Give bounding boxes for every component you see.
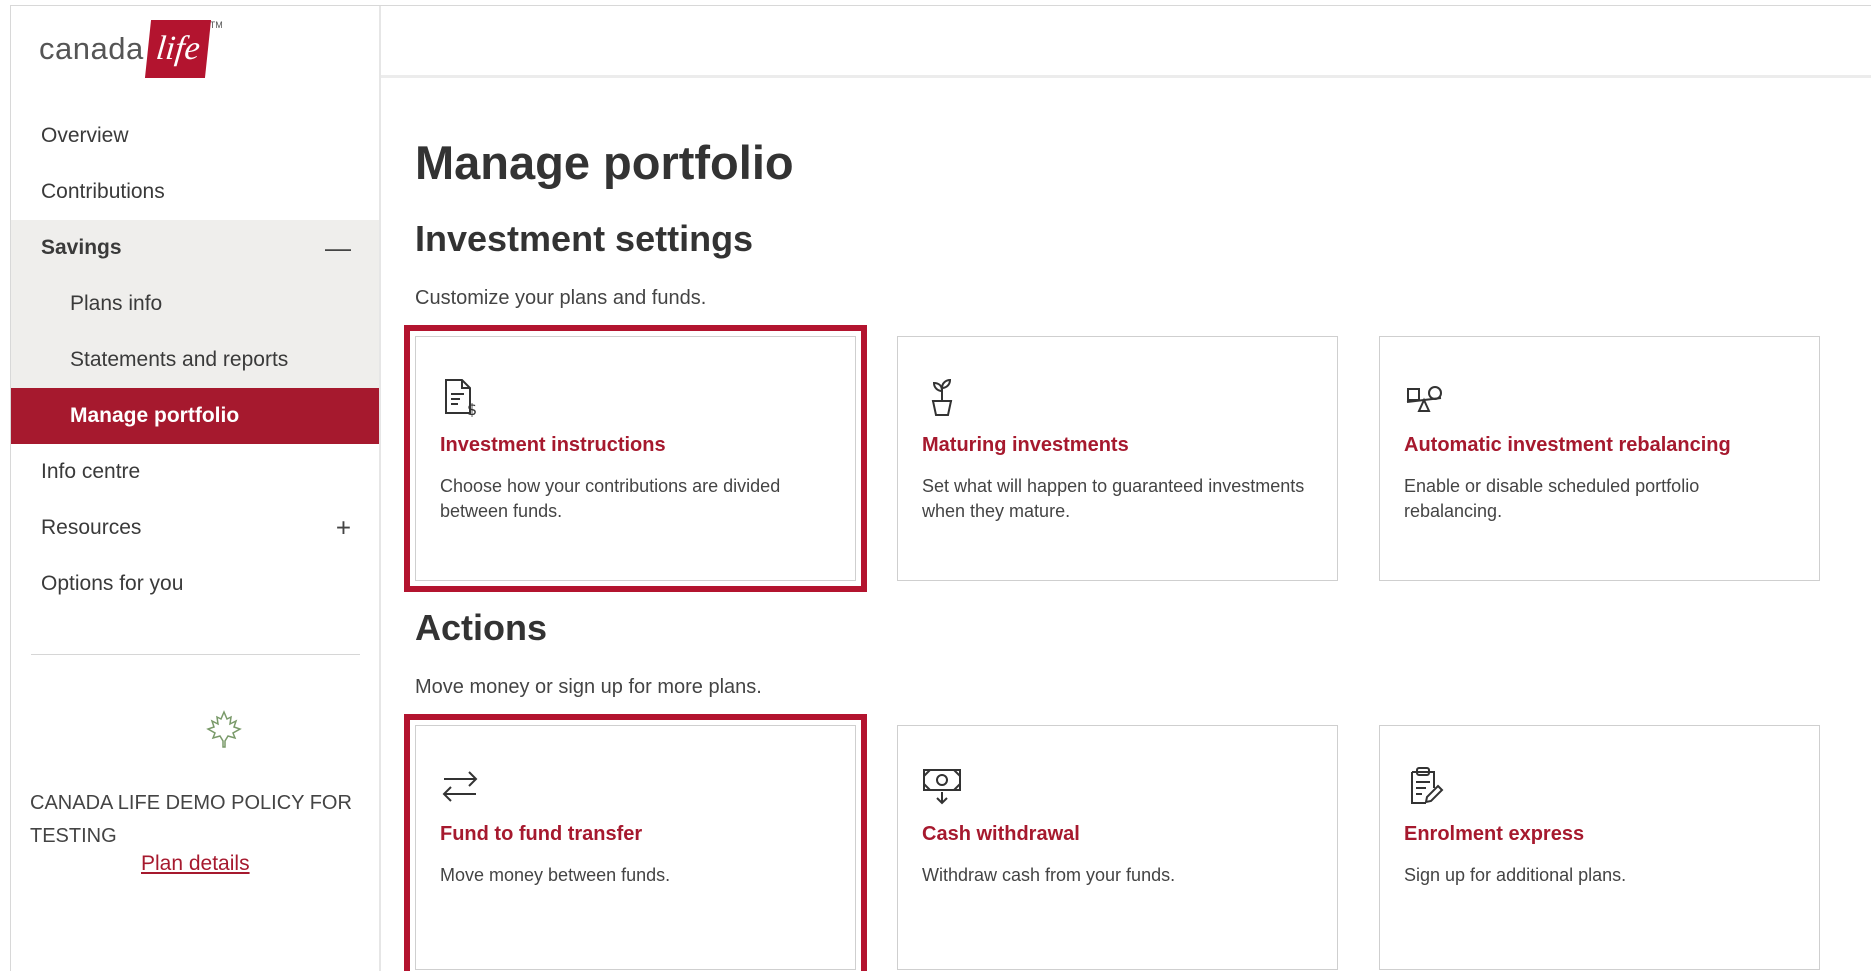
logo-word: canada	[39, 31, 144, 66]
card-description: Enable or disable scheduled portfolio re…	[1404, 476, 1700, 521]
top-bar	[381, 6, 1871, 78]
sidebar-item-statements-and-reports[interactable]: Statements and reports	[11, 332, 379, 388]
canada-life-logo[interactable]: canada life TM	[39, 16, 223, 82]
card-title: Fund to fund transfer	[440, 823, 643, 845]
maple-leaf-icon	[206, 710, 242, 748]
transfer-arrows-icon	[442, 771, 478, 802]
card-cash-withdrawal[interactable]: Cash withdrawal Withdraw cash from your …	[897, 725, 1338, 970]
sidebar: canada life TM Overview Contributions Sa…	[11, 6, 381, 971]
svg-text:$: $	[467, 400, 477, 417]
sidebar-divider	[31, 654, 360, 655]
card-investment-instructions[interactable]: $ Investment instructions Choose how you…	[404, 325, 867, 592]
logo-trademark: TM	[209, 20, 223, 30]
policy-name: CANADA LIFE DEMO POLICY FOR TESTING	[30, 792, 352, 847]
sidebar-item-resources[interactable]: Resources +	[11, 500, 379, 556]
sidebar-item-label: Statements and reports	[70, 348, 289, 371]
card-title: Cash withdrawal	[922, 823, 1080, 845]
card-description: Move money between funds.	[440, 865, 671, 885]
card-description: Sign up for additional plans.	[1404, 865, 1627, 885]
document-dollar-icon: $	[445, 379, 477, 417]
card-fund-to-fund-transfer[interactable]: Fund to fund transfer Move money between…	[404, 714, 867, 971]
sidebar-item-options-for-you[interactable]: Options for you	[11, 556, 379, 612]
sidebar-item-label: Plans info	[70, 292, 163, 315]
card-maturing-investments[interactable]: Maturing investments Set what will happe…	[897, 336, 1338, 581]
card-automatic-investment-rebalancing[interactable]: Automatic investment rebalancing Enable …	[1379, 336, 1820, 581]
sidebar-item-label: Overview	[41, 124, 129, 147]
logo-mark: life	[144, 20, 211, 78]
sidebar-item-info-centre[interactable]: Info centre	[11, 444, 379, 500]
card-description: Withdraw cash from your funds.	[922, 865, 1176, 885]
clipboard-edit-icon	[1411, 767, 1444, 804]
sidebar-item-label: Contributions	[41, 180, 165, 203]
sidebar-item-label: Manage portfolio	[70, 404, 240, 427]
section-title-investment-settings: Investment settings	[415, 218, 754, 259]
card-description: Set what will happen to guaranteed inves…	[922, 476, 1305, 521]
cash-withdraw-icon	[923, 769, 961, 805]
card-title: Automatic investment rebalancing	[1404, 434, 1731, 456]
sidebar-item-label: Info centre	[41, 460, 141, 483]
sidebar-item-savings[interactable]: Savings —	[11, 220, 379, 276]
expand-icon[interactable]: +	[336, 513, 351, 544]
sidebar-item-label: Savings	[41, 236, 122, 259]
card-description: Choose how your contributions are divide…	[440, 476, 781, 521]
plant-pot-icon	[931, 378, 953, 416]
sidebar-item-plans-info[interactable]: Plans info	[11, 276, 379, 332]
sidebar-nav: Overview Contributions Savings — Plans i…	[11, 108, 379, 612]
card-title: Investment instructions	[440, 434, 666, 456]
section-subtitle: Move money or sign up for more plans.	[415, 676, 762, 698]
seesaw-shapes-icon	[1406, 386, 1442, 412]
page-title: Manage portfolio	[415, 136, 794, 189]
sidebar-item-label: Resources	[41, 516, 142, 539]
plan-details-link[interactable]: Plan details	[141, 852, 250, 876]
card-title: Maturing investments	[922, 434, 1129, 456]
section-title-actions: Actions	[415, 607, 548, 648]
sidebar-item-overview[interactable]: Overview	[11, 108, 379, 164]
collapse-icon[interactable]: —	[325, 233, 351, 264]
card-enrolment-express[interactable]: Enrolment express Sign up for additional…	[1379, 725, 1820, 970]
sidebar-item-label: Options for you	[41, 572, 184, 595]
sidebar-item-contributions[interactable]: Contributions	[11, 164, 379, 220]
section-subtitle: Customize your plans and funds.	[415, 287, 707, 309]
card-title: Enrolment express	[1404, 823, 1585, 845]
sidebar-item-manage-portfolio[interactable]: Manage portfolio	[11, 388, 379, 444]
